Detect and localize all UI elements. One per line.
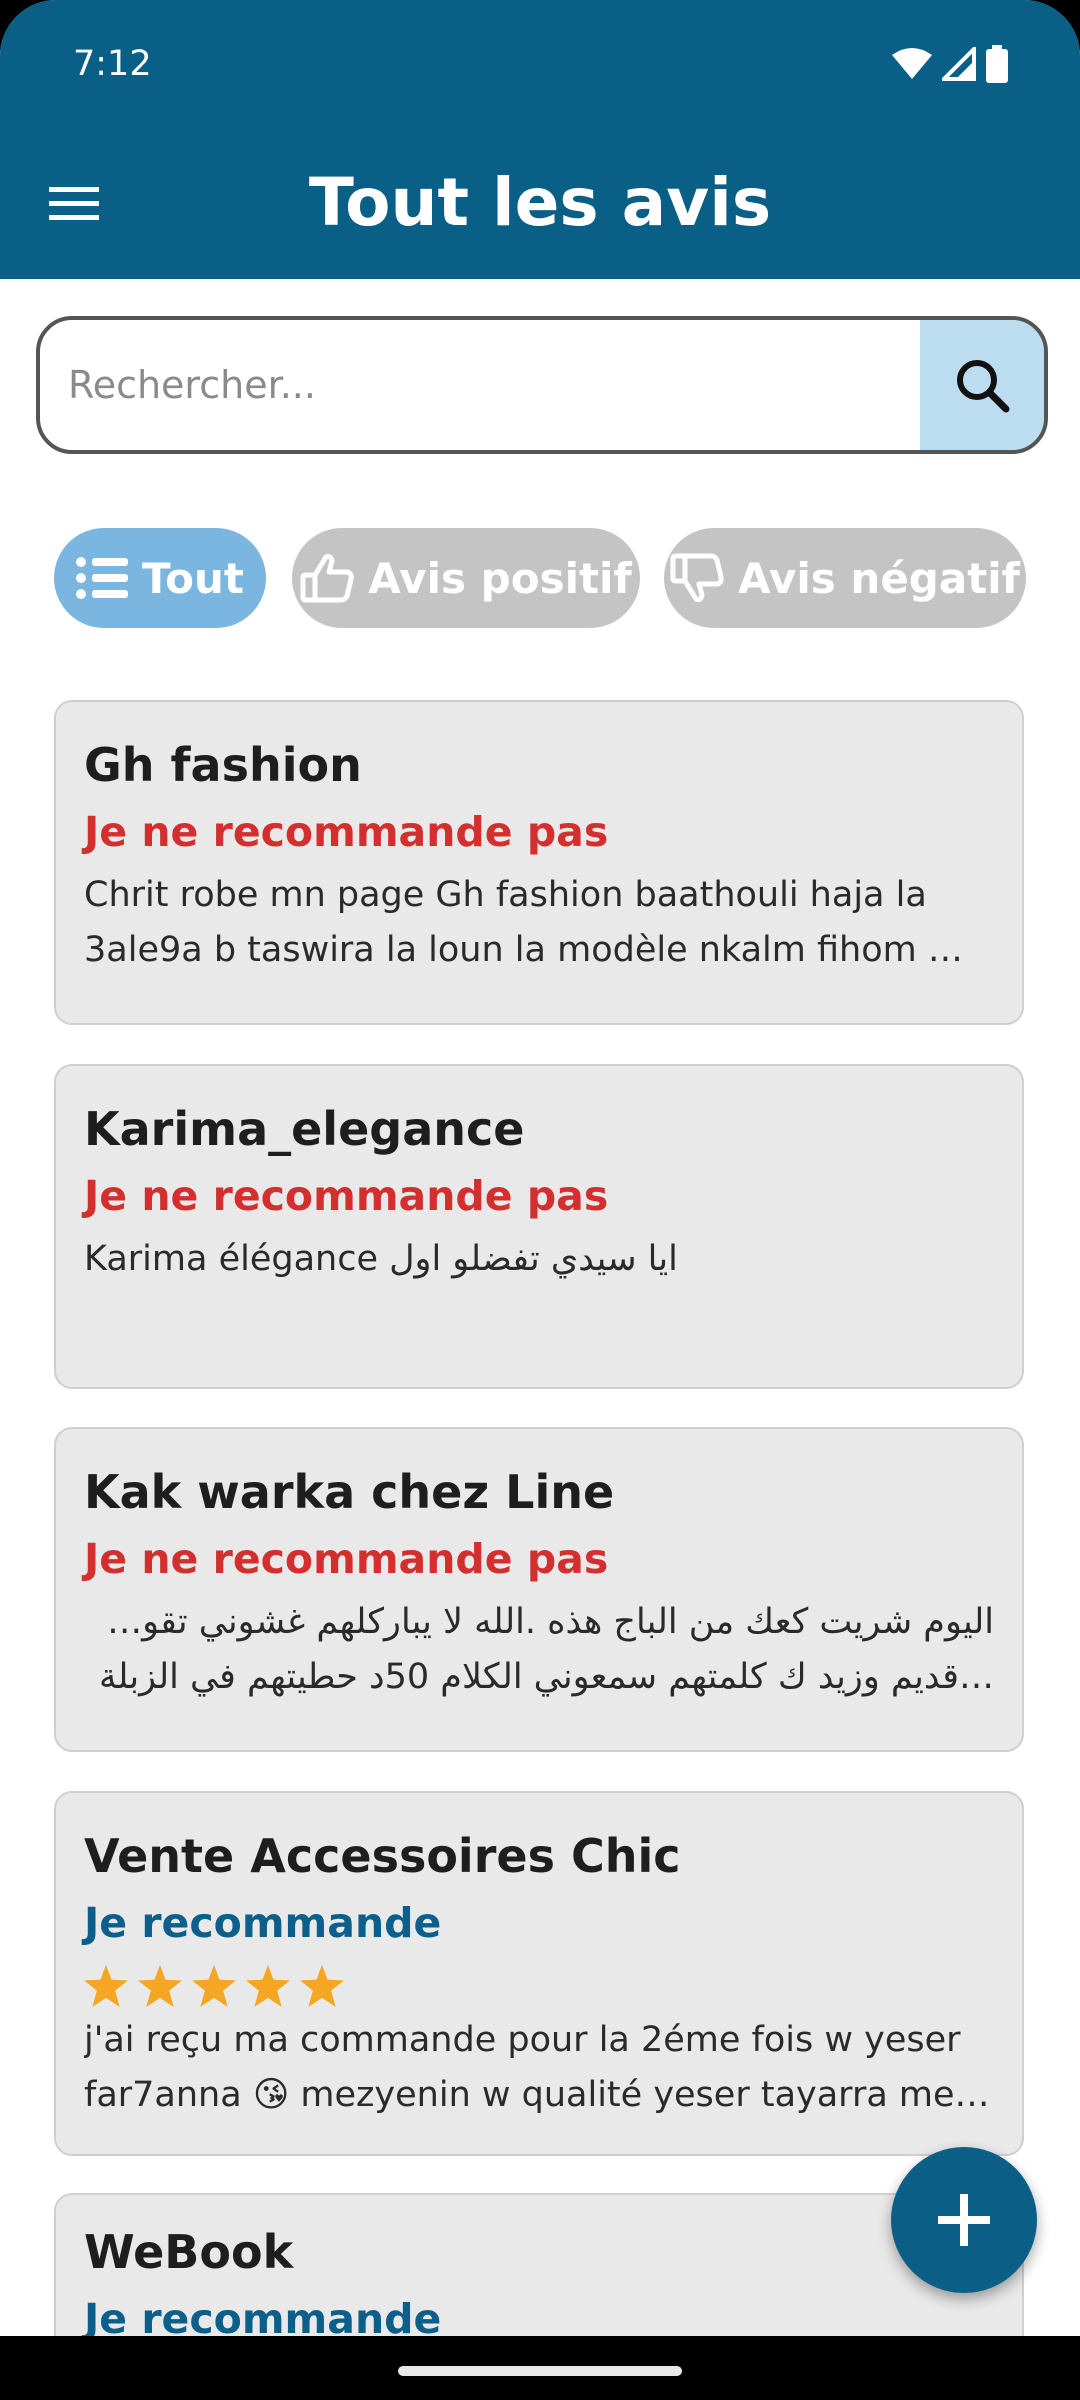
filter-chip-label: Tout [142,553,244,603]
review-text: j'ai reçu ma commande pour la 2éme fois … [84,2013,994,2123]
review-text-line: اليوم شريت كعك من الباج هذه .الله لا يبا… [84,1602,994,1642]
filter-chip-positive[interactable]: Avis positif [292,528,640,628]
review-verdict: Je ne recommande pas [84,1535,609,1583]
star-rating [84,1965,344,2007]
review-text-line: Karima élégance ايا سيدي تفضلو اول [84,1239,678,1279]
star-icon [246,1965,290,2007]
review-verdict: Je ne recommande pas [84,808,609,856]
plus-icon [938,2194,990,2246]
filter-chip-negative[interactable]: Avis négatif [664,528,1026,628]
app-screen: 7:12 Tout les avis Rechercher... Tout Av… [0,0,1080,2336]
review-title: WeBook [84,2225,294,2279]
star-icon [138,1965,182,2007]
list-icon [76,557,129,599]
review-title: Kak warka chez Line [84,1465,615,1519]
search-button[interactable] [920,320,1044,450]
review-text: اليوم شريت كعك من الباج هذه .الله لا يبا… [84,1595,994,1705]
filter-chip-all[interactable]: Tout [54,528,266,628]
battery-icon [986,45,1008,83]
review-text-line: Chrit robe mn page Gh fashion baathouli … [84,875,927,915]
star-icon [192,1965,236,2007]
review-title: Vente Accessoires Chic [84,1829,681,1883]
review-verdict: Je ne recommande pas [84,1172,609,1220]
review-text-line: j'ai reçu ma commande pour la 2éme fois … [84,2020,961,2060]
search-bar [36,316,1048,454]
add-review-button[interactable] [891,2147,1037,2293]
review-text: Chrit robe mn page Gh fashion baathouli … [84,868,994,978]
status-icons [892,44,1008,84]
gesture-navigation-handle[interactable] [398,2366,682,2376]
status-time: 7:12 [73,44,152,84]
star-icon [84,1965,128,2007]
search-input[interactable] [40,320,920,450]
thumbs-down-icon [670,553,724,602]
filter-chip-label: Avis négatif [738,553,1020,603]
review-card[interactable]: WeBook Je recommande [54,2193,1024,2336]
app-bar: 7:12 Tout les avis [0,0,1080,279]
search-icon [957,360,1010,413]
review-title: Gh fashion [84,738,362,792]
review-card[interactable]: Vente Accessoires Chic Je recommande j'a… [54,1791,1024,2156]
review-verdict: Je recommande [84,1899,442,1947]
signal-icon [942,47,976,81]
review-text-line: 3ale9a b taswira la loun la modèle nkalm… [84,930,994,970]
review-card[interactable]: Karima_elegance Je ne recommande pas Kar… [54,1064,1024,1389]
review-text: Karima élégance ايا سيدي تفضلو اول [84,1232,994,1287]
review-card[interactable]: Gh fashion Je ne recommande pas Chrit ro… [54,700,1024,1025]
wifi-icon [892,48,932,79]
review-title: Karima_elegance [84,1102,525,1156]
review-card[interactable]: Kak warka chez Line Je ne recommande pas… [54,1427,1024,1752]
page-title: Tout les avis [308,164,772,241]
review-text-line: …قديم وزيد ك كلمتهم سمعوني الكلام 50د حط… [99,1657,994,1697]
review-text-line: far7anna 😘 mezyenin w qualité yeser taya… [84,2075,994,2115]
filter-chip-label: Avis positif [368,553,632,603]
star-icon [300,1965,344,2007]
thumbs-up-icon [300,554,354,603]
review-verdict: Je recommande [84,2295,442,2336]
